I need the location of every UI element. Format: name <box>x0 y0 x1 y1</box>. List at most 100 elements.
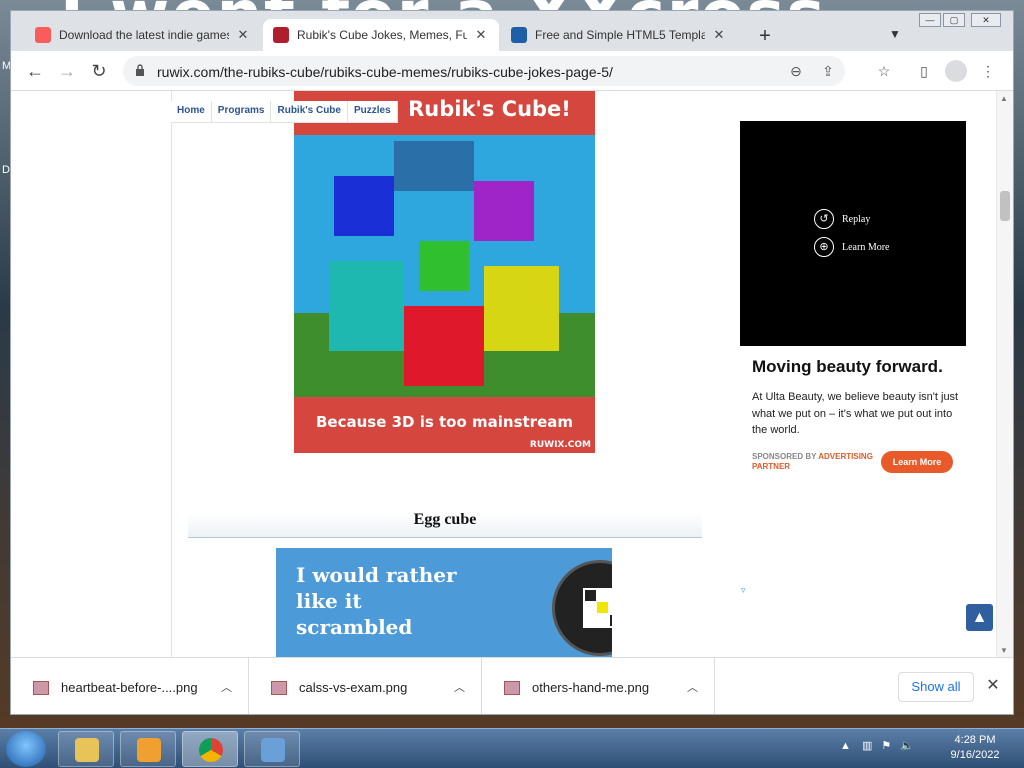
scroll-down-icon[interactable]: ▼ <box>1000 646 1008 655</box>
tray-expand-icon[interactable]: ▲ <box>840 740 851 752</box>
ad-sponsor-label: SPONSORED BY ADVERTISING PARTNER <box>752 452 882 472</box>
purple-cube <box>474 181 534 241</box>
ad-learn-more-link[interactable]: ⊕ Learn More <box>814 237 889 257</box>
tab-strip: Download the latest indie games ✕ Rubik'… <box>11 11 1013 51</box>
red-cube <box>404 306 484 386</box>
image-file-icon <box>271 680 287 695</box>
address-bar[interactable]: ruwix.com/the-rubiks-cube/rubiks-cube-me… <box>123 56 845 86</box>
advertisement: ↺ Replay ⊕ Learn More Moving beauty forw… <box>740 121 966 491</box>
image-viewer-task[interactable] <box>244 731 300 767</box>
vertical-scrollbar[interactable]: ▲ ▼ <box>996 91 1013 657</box>
folder-icon <box>75 738 99 762</box>
tab-templates[interactable]: Free and Simple HTML5 Templates ✕ <box>501 19 737 51</box>
adchoices-icon[interactable]: ▿ <box>741 585 751 595</box>
nav-rubiks-cube[interactable]: Rubik's Cube <box>271 101 348 122</box>
clock-time: 4:28 PM <box>954 734 996 746</box>
chevron-up-icon[interactable]: ︿ <box>221 679 232 695</box>
explorer-task[interactable] <box>58 731 114 767</box>
volume-icon[interactable]: 🔈 <box>900 740 914 752</box>
menu-kebab-icon[interactable]: ⋮ <box>979 62 997 80</box>
green-cube <box>419 241 469 291</box>
page-viewport: Rubik's Cube! Because 3D is too mainstre… <box>11 91 996 657</box>
lightblue-cube <box>394 141 474 191</box>
system-clock[interactable]: 4:28 PM 9/16/2022 <box>940 733 1010 763</box>
tab-itch[interactable]: Download the latest indie games ✕ <box>25 19 261 51</box>
ad-replay-button[interactable]: ↺ Replay <box>814 209 870 229</box>
show-all-button[interactable]: Show all <box>898 672 974 702</box>
desktop-side-letter: D <box>2 164 10 176</box>
nav-puzzles[interactable]: Puzzles <box>348 101 398 122</box>
bookmark-star-icon[interactable]: ☆ <box>875 62 893 80</box>
egg-meme-text: I would rather like it scrambled <box>296 562 457 640</box>
meme-caption: Because 3D is too mainstream <box>315 413 574 431</box>
reload-icon[interactable]: ↻ <box>89 61 109 81</box>
tab-ruwix[interactable]: Rubik's Cube Jokes, Memes, Fun ✕ <box>263 19 499 51</box>
site-nav: Home Programs Rubik's Cube Puzzles <box>171 101 398 123</box>
browser-toolbar: ← → ↻ ruwix.com/the-rubiks-cube/rubiks-c… <box>11 51 1013 91</box>
templates-favicon-icon <box>511 27 527 43</box>
new-tab-icon[interactable]: + <box>753 25 777 49</box>
ad-headline[interactable]: Moving beauty forward. <box>752 357 943 377</box>
chevron-up-icon[interactable]: ︿ <box>687 679 698 695</box>
windows-start-icon[interactable] <box>6 731 46 767</box>
content-border <box>171 91 172 657</box>
egg-meme-line: I would rather <box>296 563 457 587</box>
image-file-icon <box>504 680 520 695</box>
tab-search-chevron-icon[interactable]: ▼ <box>885 27 905 47</box>
browser-window: Download the latest indie games ✕ Rubik'… <box>10 10 1014 715</box>
nav-home[interactable]: Home <box>171 101 212 122</box>
maximize-icon[interactable]: ▢ <box>943 13 965 27</box>
media-player-task[interactable] <box>120 731 176 767</box>
window-close-icon[interactable]: ✕ <box>971 13 1001 27</box>
globe-icon: ⊕ <box>814 237 834 257</box>
tab-title: Download the latest indie games <box>59 28 229 42</box>
ad-body: At Ulta Beauty, we believe beauty isn't … <box>752 391 959 436</box>
chevron-up-icon[interactable]: ︿ <box>454 679 465 695</box>
media-player-icon <box>137 738 161 762</box>
close-icon[interactable]: ✕ <box>711 27 727 43</box>
voxel-cubes-illustration <box>329 141 559 386</box>
meme-watermark: RUWIX.COM <box>529 440 591 450</box>
close-downloads-icon[interactable]: ✕ <box>983 676 1003 696</box>
scroll-thumb[interactable] <box>1000 191 1010 221</box>
flag-icon[interactable]: ⚑ <box>881 740 891 752</box>
close-icon[interactable]: ✕ <box>473 27 489 43</box>
close-icon[interactable]: ✕ <box>235 27 251 43</box>
system-tray[interactable]: ▲ ▥ ⚑ 🔈 <box>840 739 914 752</box>
network-icon[interactable]: ▥ <box>862 740 872 752</box>
share-icon[interactable]: ⇪ <box>819 62 837 80</box>
yellow-cube <box>484 266 559 351</box>
ruwix-favicon-icon <box>273 27 289 43</box>
itch-favicon-icon <box>35 27 51 43</box>
image-viewer-icon <box>261 738 285 762</box>
side-panel-icon[interactable]: ▯ <box>915 62 933 80</box>
zoom-icon[interactable]: ⊖ <box>787 62 805 80</box>
profile-avatar-icon[interactable] <box>945 60 967 82</box>
taskbar: ▲ ▥ ⚑ 🔈 4:28 PM 9/16/2022 <box>0 728 1024 768</box>
url-text[interactable]: ruwix.com/the-rubiks-cube/rubiks-cube-me… <box>157 64 613 80</box>
minimize-icon[interactable]: — <box>919 13 941 27</box>
image-file-icon <box>33 680 49 695</box>
scroll-up-icon[interactable]: ▲ <box>1000 94 1008 103</box>
tab-title: Rubik's Cube Jokes, Memes, Fun <box>297 28 467 42</box>
blue-cube <box>334 176 394 236</box>
ad-video[interactable]: ↺ Replay ⊕ Learn More <box>740 121 966 346</box>
ad-learn-more-button[interactable]: Learn More <box>881 451 953 473</box>
download-filename: calss-vs-exam.png <box>299 680 408 695</box>
section-title: Egg cube <box>188 511 702 538</box>
lock-icon <box>136 64 144 76</box>
chrome-icon <box>199 738 223 762</box>
download-item[interactable]: others-hand-me.png ︿ <box>482 658 715 714</box>
back-icon[interactable]: ← <box>25 61 45 81</box>
download-item[interactable]: calss-vs-exam.png ︿ <box>249 658 482 714</box>
forward-icon[interactable]: → <box>57 61 77 81</box>
clock-date: 9/16/2022 <box>950 749 1000 761</box>
scroll-to-top-icon[interactable]: ▲ <box>966 604 993 631</box>
download-item[interactable]: heartbeat-before-....png ︿ <box>11 658 249 714</box>
egg-meme-line: like it <box>296 589 362 613</box>
egg-cube-icon <box>552 560 612 656</box>
nav-programs[interactable]: Programs <box>212 101 272 122</box>
egg-meme-line: scrambled <box>296 615 413 639</box>
chrome-task[interactable] <box>182 731 238 767</box>
replay-icon: ↺ <box>814 209 834 229</box>
